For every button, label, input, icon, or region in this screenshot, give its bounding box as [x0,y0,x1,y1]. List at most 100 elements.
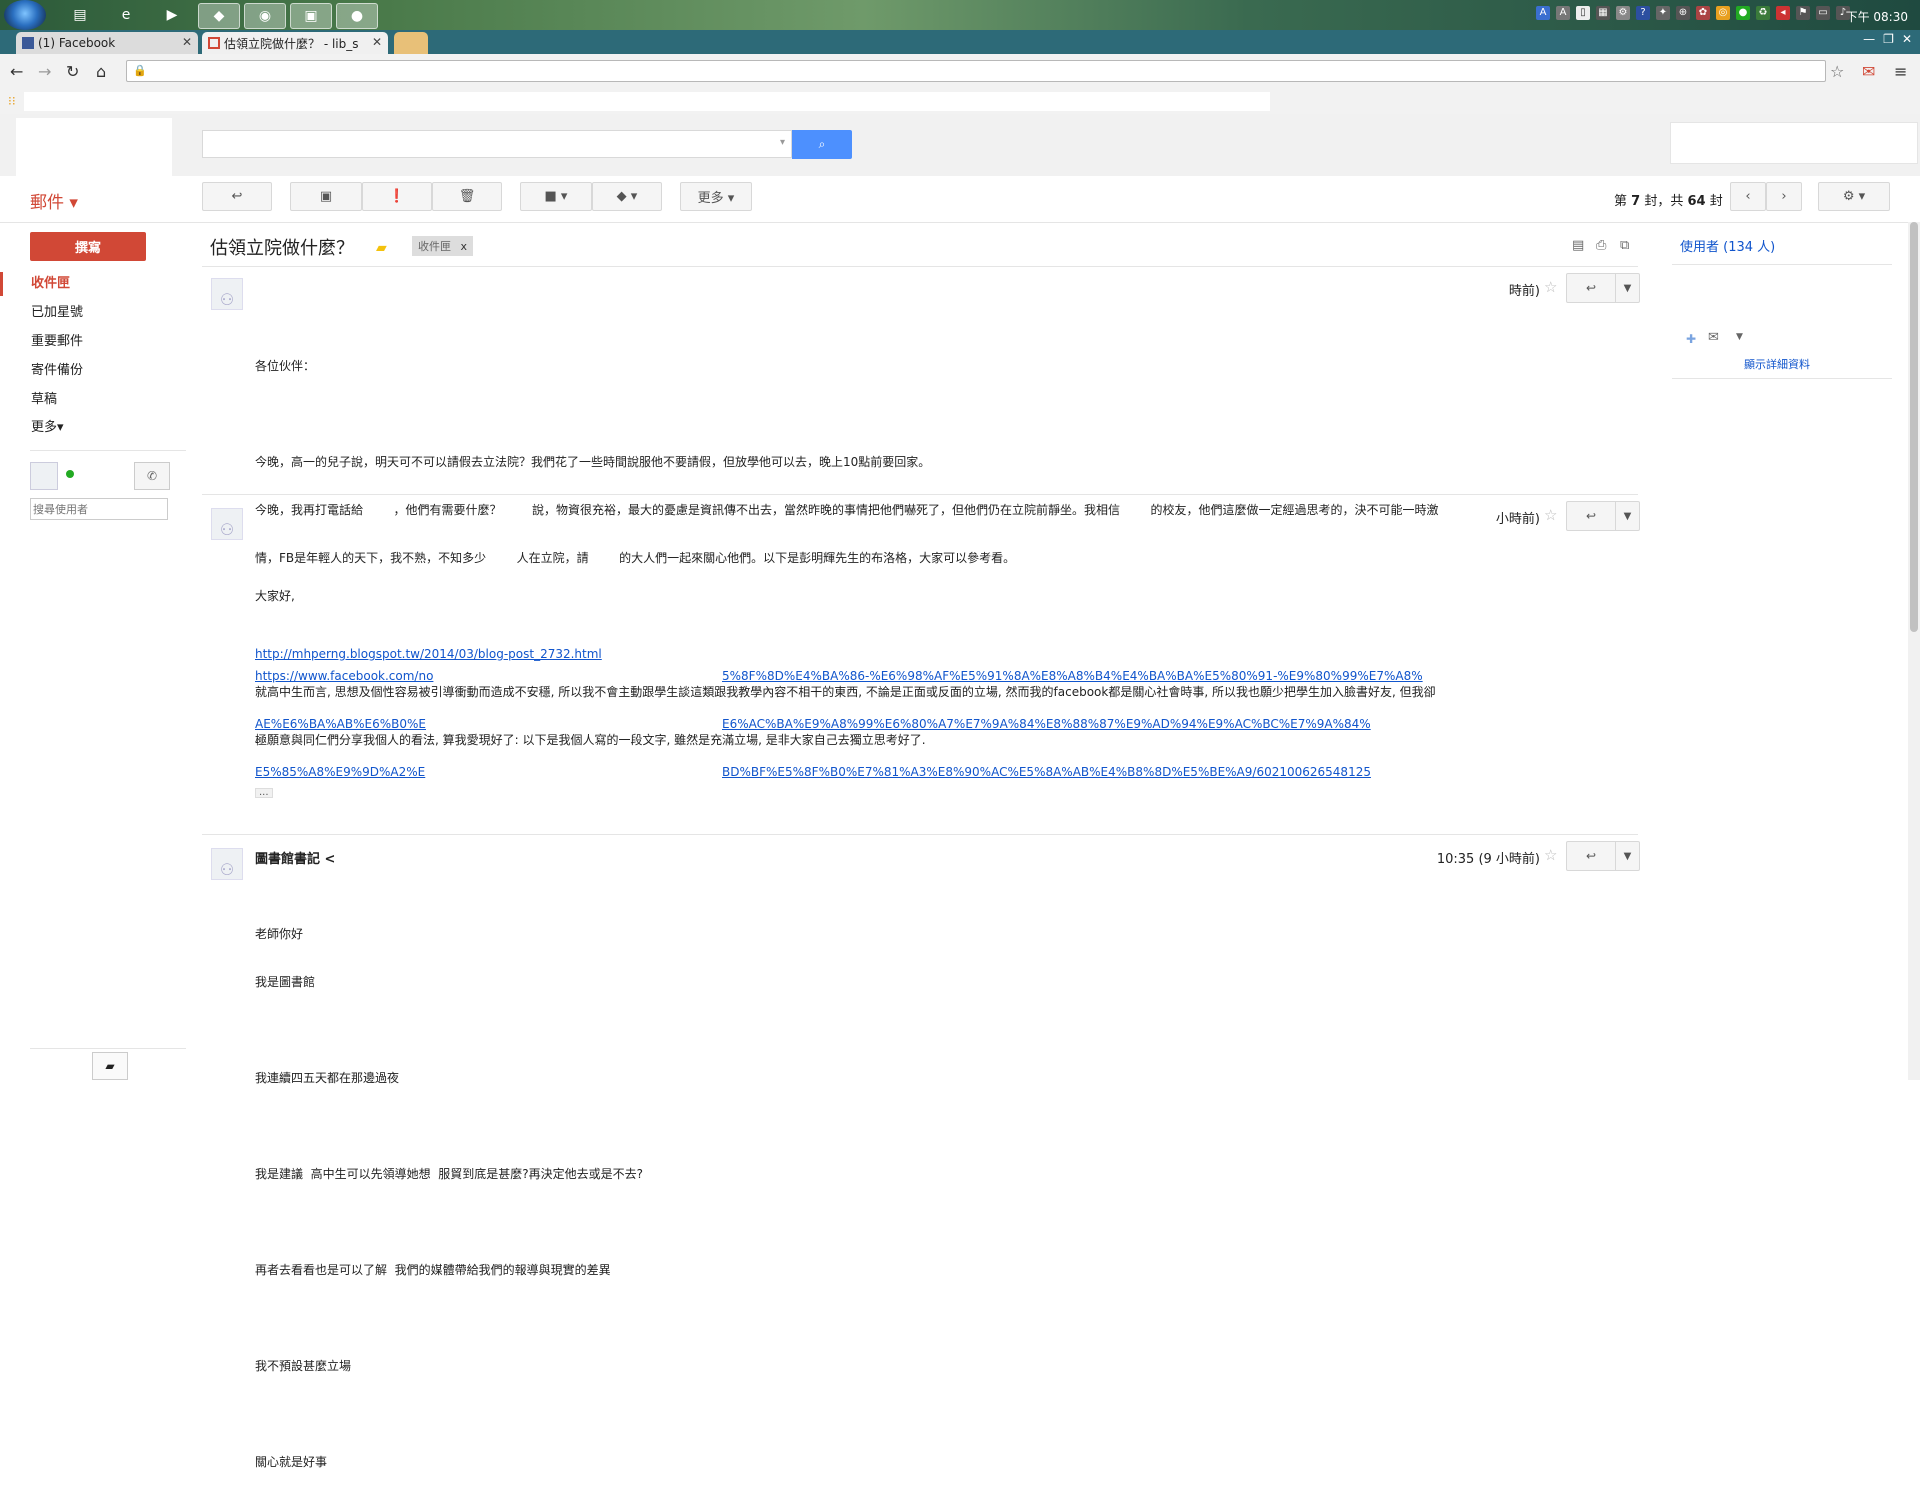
facebook-link[interactable]: E6%AC%BA%E9%A8%99%E6%80%A7%E7%9A%84%E8%8… [722,717,1371,731]
minimize-icon[interactable]: — [1863,32,1875,46]
sidebar-item-sent[interactable]: 寄件備份 [0,359,186,383]
network-icon[interactable]: ▭ [1816,6,1830,20]
tray-icon[interactable]: A [1536,6,1550,20]
forward-icon[interactable]: → [38,62,51,81]
close-window-icon[interactable]: ✕ [1902,32,1912,46]
importance-marker-icon[interactable]: ▰ [376,240,387,256]
close-icon[interactable]: ✕ [372,35,382,49]
folder-icon[interactable]: ▤ [60,3,100,27]
email-icon[interactable]: ✉ [1708,330,1719,345]
start-button[interactable] [4,0,46,30]
tray-icon[interactable]: ⊕ [1676,6,1690,20]
compose-button[interactable]: 撰寫 [30,232,146,261]
hangouts-call-button[interactable]: ✆ [134,462,170,490]
tab-gmail[interactable]: 估領立院做什麼？ - lib_s ✕ [202,32,388,54]
facebook-link[interactable]: AE%E6%BA%AB%E6%B0%E [255,717,426,731]
move-to-button[interactable]: ■ ▾ [520,182,592,211]
close-icon[interactable]: ✕ [182,35,192,49]
flag-icon[interactable]: ⚑ [1796,6,1810,20]
tab-facebook[interactable]: (1) Facebook ✕ [16,32,198,54]
scrollbar-thumb[interactable] [1910,222,1918,632]
gmail-notifier-icon[interactable]: ✉ [1862,62,1875,81]
tray-icon[interactable]: ♻ [1756,6,1770,20]
bookmark-star-icon[interactable]: ☆ [1830,62,1844,81]
apps-icon[interactable]: ⁝⁝ [8,94,16,108]
print-icon[interactable]: ⎙ [1596,238,1606,253]
archive-icon[interactable]: ▤ [1572,238,1584,253]
more-actions-button[interactable]: ▼ [1616,842,1639,870]
account-area[interactable] [1670,122,1918,164]
sidebar-item-starred[interactable]: 已加星號 [0,301,186,325]
reply-button[interactable]: ↩ [1567,274,1616,302]
restore-icon[interactable]: ❐ [1883,32,1894,46]
search-input[interactable]: ▾ [202,130,792,158]
remove-label-button[interactable]: x [461,240,468,253]
newer-button[interactable]: ‹ [1730,182,1766,211]
status-dot-icon[interactable] [66,470,74,478]
tray-icon[interactable]: ◎ [1716,6,1730,20]
labels-button[interactable]: ◆ ▾ [592,182,662,211]
star-icon[interactable]: ☆ [1544,506,1557,524]
archive-button[interactable]: ▣ [290,182,362,211]
delete-button[interactable]: 🗑 [432,182,502,211]
show-trimmed-content-button[interactable]: ... [255,788,273,798]
tray-icon[interactable]: ▦ [1596,6,1610,20]
tray-icon[interactable]: ⚙ [1616,6,1630,20]
facebook-link-left: https://www.facebook.com/no AE%E6%BA%AB%… [255,636,433,796]
facebook-link[interactable]: BD%BF%E5%8F%B0%E7%81%A3%E8%90%AC%E5%8A%A… [722,765,1371,779]
taskbar-app-icon[interactable]: ◆ [198,3,240,29]
tray-icon[interactable]: ◂ [1776,6,1790,20]
star-icon[interactable]: ☆ [1544,846,1557,864]
reply-button[interactable]: ↩ [1567,842,1616,870]
ie-icon[interactable]: e [106,3,146,27]
scrollbar[interactable] [1908,222,1920,1080]
address-bar[interactable]: 🔒 [126,60,1826,82]
body-line: 今晚，高一的兒子說，明天可不可以請假去立法院？我們花了一些時間說服他不要請假，但… [255,455,931,469]
avatar[interactable] [30,462,58,490]
back-icon[interactable]: ← [10,62,23,81]
chevron-down-icon[interactable]: ▼ [1736,332,1743,342]
facebook-link[interactable]: https://www.facebook.com/no [255,669,433,683]
chat-button[interactable]: ▰ [92,1052,128,1080]
reply-button[interactable]: ↩ [1567,502,1616,530]
add-contact-icon[interactable]: ✚ [1686,332,1696,346]
sidebar-item-drafts[interactable]: 草稿 [0,388,186,412]
people-widget-title[interactable]: 使用者 (134 人) [1680,236,1775,255]
more-actions-button[interactable]: ▼ [1616,274,1639,302]
star-icon[interactable]: ☆ [1544,278,1557,296]
more-button[interactable]: 更多 ▾ [680,182,752,211]
tray-icon[interactable]: ✿ [1696,6,1710,20]
chrome-menu-icon[interactable]: ≡ [1894,62,1907,81]
sidebar-item-more[interactable]: 更多▾ [0,416,186,440]
new-window-icon[interactable]: ⧉ [1620,238,1629,253]
sidebar-item-inbox[interactable]: 收件匣 [0,272,186,296]
tray-icon[interactable]: ▯ [1576,6,1590,20]
more-actions-button[interactable]: ▼ [1616,502,1639,530]
facebook-link[interactable]: 5%8F%8D%E4%BA%86-%E6%98%AF%E5%91%8A%E8%A… [722,669,1423,683]
tray-icon[interactable]: A [1556,6,1570,20]
clock[interactable]: 下午 08:30 [1846,8,1908,25]
mail-switcher[interactable]: 郵件 ▾ [30,188,78,213]
search-people-input[interactable] [30,498,168,520]
home-icon[interactable]: ⌂ [96,62,106,81]
settings-button[interactable]: ⚙ ▾ [1818,182,1890,211]
tray-icon[interactable]: ✦ [1656,6,1670,20]
older-button[interactable]: › [1766,182,1802,211]
search-button[interactable]: ⌕ [792,130,852,159]
taskbar-app-icon-2[interactable]: ▣ [290,3,332,29]
back-to-inbox-button[interactable]: ↩ [202,182,272,211]
sender-name[interactable]: 圖書館書記 < [255,848,335,867]
media-player-icon[interactable]: ▶ [152,3,192,27]
search-options-icon[interactable]: ▾ [780,137,785,148]
chrome-icon[interactable]: ◉ [244,3,286,29]
new-tab-button[interactable] [394,32,428,54]
tray-icon[interactable]: ● [1736,6,1750,20]
facebook-link[interactable]: E5%85%A8%E9%9D%A2%E [255,765,425,779]
help-icon[interactable]: ? [1636,6,1650,20]
reload-icon[interactable]: ↻ [66,62,79,81]
line-icon[interactable]: ● [336,3,378,29]
report-spam-button[interactable]: ❗ [362,182,432,211]
sidebar-item-important[interactable]: 重要郵件 [0,330,186,354]
show-details-link[interactable]: 顯示詳細資料 [1744,356,1810,372]
gmail-logo[interactable] [16,118,172,176]
